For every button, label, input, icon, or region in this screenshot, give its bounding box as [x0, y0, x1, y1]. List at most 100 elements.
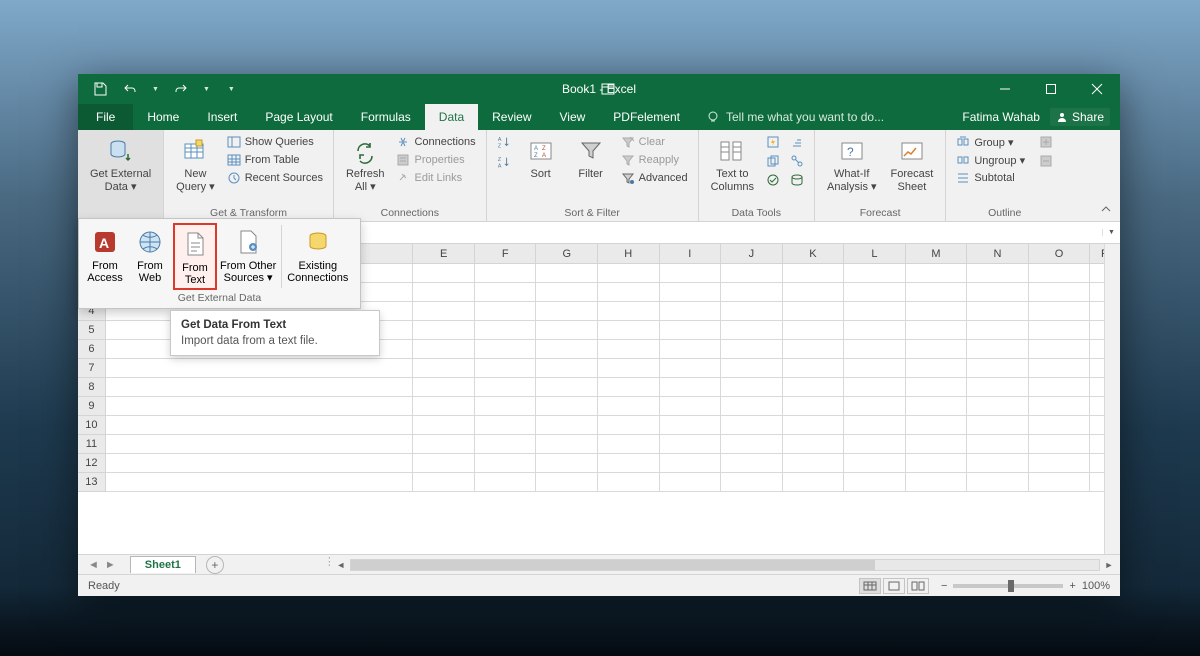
cell[interactable] [1029, 283, 1091, 302]
forecast-sheet-button[interactable]: Forecast Sheet [887, 134, 938, 195]
cell[interactable] [967, 378, 1029, 397]
from-text-button[interactable]: From Text [173, 223, 217, 290]
tab-view[interactable]: View [546, 104, 600, 130]
sort-ascending-button[interactable]: AZ [495, 134, 513, 150]
cell[interactable] [721, 340, 783, 359]
cell[interactable] [844, 264, 906, 283]
cell[interactable] [660, 321, 722, 340]
cell[interactable] [475, 283, 537, 302]
cell[interactable] [721, 416, 783, 435]
filter-button[interactable]: Filter [569, 134, 613, 183]
zoom-slider[interactable] [953, 584, 1063, 588]
row-header[interactable]: 5 [78, 321, 106, 340]
cell[interactable] [721, 302, 783, 321]
share-button[interactable]: Share [1050, 108, 1110, 126]
cell[interactable] [598, 473, 660, 492]
row-header[interactable]: 9 [78, 397, 106, 416]
cell[interactable] [660, 473, 722, 492]
cell[interactable] [844, 454, 906, 473]
cell[interactable] [660, 264, 722, 283]
cell[interactable] [413, 340, 475, 359]
group-rows-button[interactable]: Group ▾ [954, 134, 1027, 150]
cell[interactable] [598, 435, 660, 454]
from-access-button[interactable]: A From Access [83, 223, 127, 290]
cell[interactable] [475, 435, 537, 454]
cell[interactable] [475, 416, 537, 435]
cell[interactable] [413, 378, 475, 397]
tab-home[interactable]: Home [133, 104, 193, 130]
tab-file[interactable]: File [78, 104, 133, 130]
column-header[interactable]: M [906, 244, 968, 264]
sort-descending-button[interactable]: ZA [495, 154, 513, 170]
from-other-sources-button[interactable]: From Other Sources ▾ [218, 223, 278, 290]
cell[interactable] [475, 473, 537, 492]
cell[interactable] [475, 378, 537, 397]
cell[interactable] [660, 454, 722, 473]
cell[interactable] [660, 397, 722, 416]
relationships-button[interactable] [788, 153, 806, 169]
cell[interactable] [536, 264, 598, 283]
cell[interactable] [413, 435, 475, 454]
cell[interactable] [844, 473, 906, 492]
cell[interactable] [1029, 435, 1091, 454]
cell[interactable] [783, 302, 845, 321]
redo-icon[interactable] [173, 81, 189, 97]
maximize-button[interactable] [1028, 74, 1074, 104]
column-header[interactable]: I [660, 244, 722, 264]
cell[interactable] [413, 302, 475, 321]
cell[interactable] [967, 283, 1029, 302]
what-if-analysis-button[interactable]: ? What-If Analysis ▾ [823, 134, 881, 195]
cell[interactable] [783, 473, 845, 492]
cell[interactable] [598, 302, 660, 321]
account-name[interactable]: Fatima Wahab [962, 110, 1040, 124]
cell[interactable] [906, 397, 968, 416]
cell[interactable] [906, 359, 968, 378]
cell[interactable] [783, 264, 845, 283]
cell[interactable] [906, 473, 968, 492]
row-header[interactable]: 11 [78, 435, 106, 454]
cell[interactable] [783, 359, 845, 378]
column-header[interactable]: O [1029, 244, 1091, 264]
cell[interactable] [906, 283, 968, 302]
cell[interactable] [660, 302, 722, 321]
cell[interactable] [1029, 359, 1091, 378]
cell[interactable] [721, 454, 783, 473]
cell[interactable] [536, 302, 598, 321]
cell[interactable] [906, 302, 968, 321]
tab-formulas[interactable]: Formulas [347, 104, 425, 130]
cell[interactable] [967, 416, 1029, 435]
cell[interactable] [413, 359, 475, 378]
refresh-all-button[interactable]: Refresh All ▾ [342, 134, 389, 195]
existing-connections-button[interactable]: Existing Connections [285, 223, 350, 290]
cell[interactable] [721, 264, 783, 283]
row-header[interactable]: 13 [78, 473, 106, 492]
cell[interactable] [475, 321, 537, 340]
cell[interactable] [413, 397, 475, 416]
column-header[interactable]: F [475, 244, 537, 264]
column-header[interactable]: J [721, 244, 783, 264]
cell[interactable] [1029, 321, 1091, 340]
cell[interactable] [598, 264, 660, 283]
cell[interactable] [475, 397, 537, 416]
scroll-right-icon[interactable]: ► [1102, 558, 1116, 572]
tab-insert[interactable]: Insert [193, 104, 251, 130]
cell[interactable] [783, 340, 845, 359]
cell[interactable] [967, 359, 1029, 378]
cell[interactable] [783, 321, 845, 340]
cell[interactable] [106, 359, 414, 378]
cell[interactable] [721, 359, 783, 378]
cell[interactable] [967, 435, 1029, 454]
cell[interactable] [598, 454, 660, 473]
cell[interactable] [967, 473, 1029, 492]
sheet-tab[interactable]: Sheet1 [130, 556, 196, 573]
row-header[interactable]: 12 [78, 454, 106, 473]
cell[interactable] [475, 340, 537, 359]
connections-button[interactable]: Connections [394, 134, 477, 150]
cell[interactable] [967, 454, 1029, 473]
cell[interactable] [967, 302, 1029, 321]
column-header[interactable]: E [413, 244, 475, 264]
cell[interactable] [536, 321, 598, 340]
page-break-view-button[interactable] [907, 578, 929, 594]
cell[interactable] [536, 283, 598, 302]
show-queries-button[interactable]: Show Queries [225, 134, 325, 150]
